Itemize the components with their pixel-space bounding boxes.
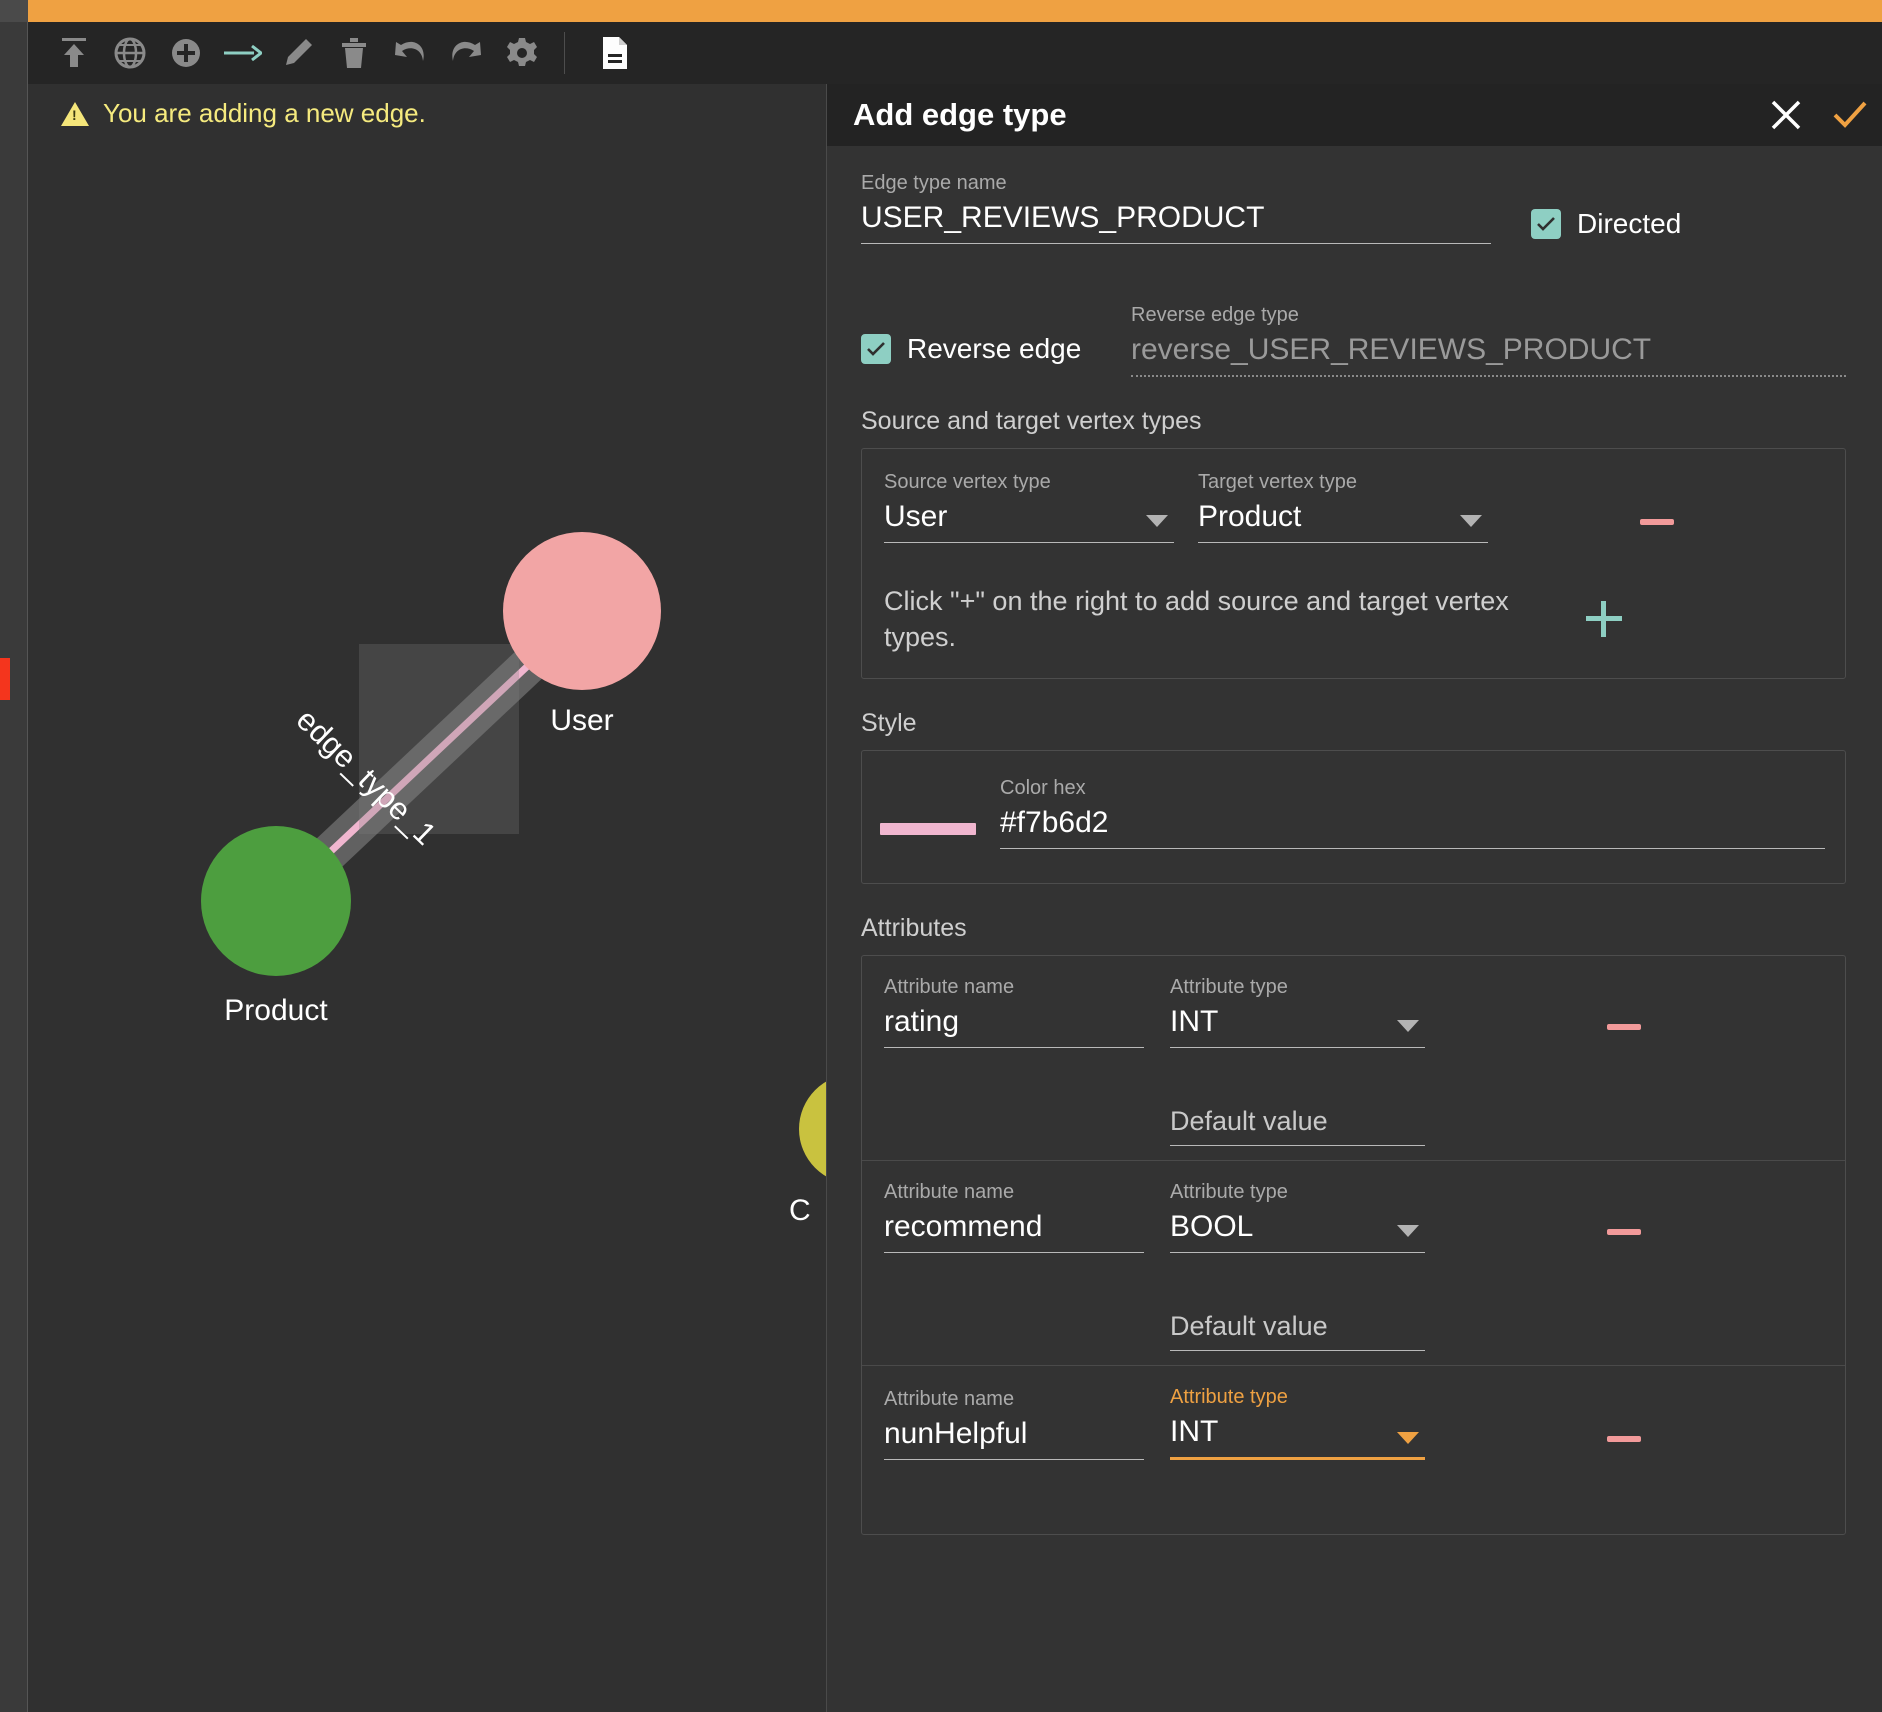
attribute-name-field[interactable]: Attribute name rating — [884, 976, 1144, 1048]
default-value-field[interactable]: Default value — [1170, 1106, 1425, 1146]
directed-label: Directed — [1577, 208, 1682, 239]
add-vertex-pair-button[interactable] — [1586, 601, 1622, 638]
toolbar-separator — [564, 32, 565, 74]
reverse-edge-type-label: Reverse edge type — [1131, 304, 1299, 326]
trash-icon[interactable] — [326, 25, 382, 81]
attribute-name-label: Attribute name — [884, 1387, 1015, 1410]
attribute-type-select[interactable]: Attribute type BOOL — [1170, 1181, 1425, 1253]
gear-icon[interactable] — [494, 25, 550, 81]
chevron-down-icon[interactable] — [1397, 1431, 1419, 1444]
color-hex-field[interactable]: Color hex #f7b6d2 — [1000, 777, 1825, 849]
panel-body: Edge type name USER_REVIEWS_PRODUCT Dire… — [827, 146, 1882, 1535]
edge-type-label: edge_type_1 — [289, 702, 443, 852]
pencil-icon[interactable] — [270, 25, 326, 81]
attribute-type-select[interactable]: Attribute type INT — [1170, 1386, 1425, 1460]
attribute-type-value[interactable]: INT — [1170, 1415, 1425, 1460]
default-value-field[interactable]: Default value — [1170, 1311, 1425, 1351]
reverse-edge-type-input: reverse_USER_REVIEWS_PRODUCT — [1131, 333, 1846, 377]
app-root: You are adding a new edge. edge_type_1 U… — [0, 0, 1882, 1712]
remove-attribute-button[interactable] — [1607, 1435, 1641, 1442]
vertex-section-box: Source vertex type User Target vertex ty… — [861, 448, 1846, 679]
reverse-edge-checkbox-row[interactable]: Reverse edge — [861, 333, 1131, 377]
color-hex-label: Color hex — [1000, 776, 1086, 799]
edge-color-swatch[interactable] — [880, 822, 976, 835]
attributes-section-title: Attributes — [861, 913, 967, 942]
warning-triangle-icon — [61, 101, 89, 126]
remove-attribute-button[interactable] — [1607, 1023, 1641, 1030]
chevron-down-icon[interactable] — [1397, 1019, 1419, 1032]
vertex-section-title: Source and target vertex types — [861, 407, 1202, 435]
vertex-section-hint: Click "+" on the right to add source and… — [884, 586, 1509, 653]
arrow-right-icon[interactable] — [214, 25, 270, 81]
attribute-type-label: Attribute type — [1170, 1385, 1288, 1408]
edge-type-name-input[interactable]: USER_REVIEWS_PRODUCT — [861, 201, 1491, 244]
style-section-title: Style — [861, 708, 917, 737]
table-row: Attribute name rating Attribute type INT — [862, 956, 1845, 1161]
chevron-down-icon[interactable] — [1460, 515, 1482, 527]
graph-node-product-label: Product — [224, 994, 328, 1027]
default-value-placeholder[interactable]: Default value — [1170, 1311, 1425, 1351]
left-rail-error-marker — [0, 658, 10, 700]
redo-icon[interactable] — [438, 25, 494, 81]
confirm-check-icon[interactable] — [1818, 84, 1882, 146]
attribute-name-label: Attribute name — [884, 1180, 1015, 1203]
attribute-type-label: Attribute type — [1170, 975, 1288, 998]
table-row: Attribute name nunHelpful Attribute type… — [862, 1366, 1845, 1534]
add-circle-icon[interactable] — [158, 25, 214, 81]
undo-icon[interactable] — [382, 25, 438, 81]
graph-node-product[interactable] — [201, 826, 351, 976]
default-value-placeholder[interactable]: Default value — [1170, 1106, 1425, 1146]
attribute-name-label: Attribute name — [884, 975, 1015, 998]
graph-node-user-label: User — [550, 704, 614, 737]
warning-text: You are adding a new edge. — [103, 98, 426, 128]
document-icon[interactable] — [587, 25, 643, 81]
attribute-name-input[interactable]: rating — [884, 1005, 1144, 1048]
attribute-name-input[interactable]: nunHelpful — [884, 1417, 1144, 1460]
table-row: Attribute name recommend Attribute type … — [862, 1161, 1845, 1366]
directed-checkbox[interactable] — [1531, 209, 1561, 239]
remove-attribute-button[interactable] — [1607, 1228, 1641, 1235]
upload-icon[interactable] — [46, 25, 102, 81]
attributes-section-box: Attribute name rating Attribute type INT — [861, 954, 1846, 1535]
source-vertex-type-value[interactable]: User — [884, 500, 1174, 543]
directed-checkbox-row[interactable]: Directed — [1531, 208, 1681, 244]
reverse-edge-label: Reverse edge — [907, 333, 1082, 364]
source-vertex-type-label: Source vertex type — [884, 471, 1051, 493]
globe-icon[interactable] — [102, 25, 158, 81]
attribute-type-value[interactable]: INT — [1170, 1005, 1425, 1048]
panel-header: Add edge type — [827, 84, 1882, 146]
add-edge-type-panel: Add edge type Edge type name USER_REVIEW… — [826, 84, 1882, 1712]
attribute-type-select[interactable]: Attribute type INT — [1170, 976, 1425, 1048]
color-hex-input[interactable]: #f7b6d2 — [1000, 806, 1825, 849]
warning-banner: You are adding a new edge. — [61, 98, 426, 129]
target-vertex-type-select[interactable]: Target vertex type Product — [1198, 471, 1488, 543]
left-rail-top-block — [0, 0, 28, 22]
attribute-name-field[interactable]: Attribute name recommend — [884, 1181, 1144, 1253]
style-section-box: Color hex #f7b6d2 — [861, 749, 1846, 884]
chevron-down-icon[interactable] — [1146, 515, 1168, 527]
toolbar — [28, 22, 1882, 84]
target-vertex-type-value[interactable]: Product — [1198, 500, 1488, 543]
reverse-edge-type-field: Reverse edge type reverse_USER_REVIEWS_P… — [1131, 304, 1846, 377]
attribute-type-label: Attribute type — [1170, 1180, 1288, 1203]
panel-title: Add edge type — [853, 97, 1067, 132]
attribute-name-field[interactable]: Attribute name nunHelpful — [884, 1388, 1144, 1460]
edge-type-name-field[interactable]: Edge type name USER_REVIEWS_PRODUCT — [861, 172, 1491, 244]
chevron-down-icon[interactable] — [1397, 1224, 1419, 1237]
reverse-edge-checkbox[interactable] — [861, 334, 891, 364]
attribute-name-input[interactable]: recommend — [884, 1210, 1144, 1253]
graph-node-user[interactable] — [503, 532, 661, 690]
remove-vertex-pair-button[interactable] — [1639, 519, 1674, 525]
close-icon[interactable] — [1754, 84, 1818, 146]
source-vertex-type-select[interactable]: Source vertex type User — [884, 471, 1174, 543]
attribute-type-value[interactable]: BOOL — [1170, 1210, 1425, 1253]
target-vertex-type-label: Target vertex type — [1198, 471, 1357, 493]
edge-type-name-label: Edge type name — [861, 172, 1007, 194]
left-rail — [0, 0, 28, 1712]
top-accent-bar — [28, 0, 1882, 22]
